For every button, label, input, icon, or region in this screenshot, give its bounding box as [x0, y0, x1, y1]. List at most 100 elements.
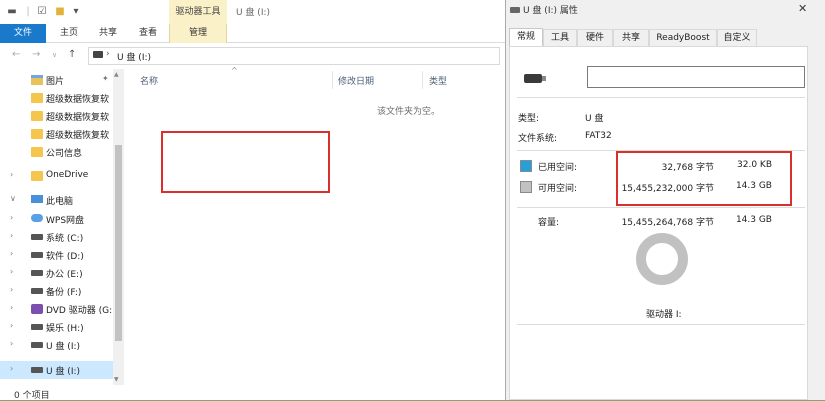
chevron-right-icon[interactable]: ›	[10, 321, 13, 330]
sidebar-item-label: 系统 (C:)	[46, 234, 84, 244]
sidebar-item[interactable]: › U 盘 (I:)	[0, 361, 114, 379]
sidebar-item-label: 超级数据恢复软	[46, 113, 110, 123]
tab-customize[interactable]: 自定义	[717, 29, 757, 47]
tab-home[interactable]: 主页	[50, 24, 88, 43]
qat-dropdown-icon[interactable]: ▾	[70, 5, 82, 18]
tab-tools[interactable]: 工具	[543, 29, 577, 47]
sidebar-item[interactable]: 公司信息	[0, 143, 114, 161]
sidebar-item[interactable]: › DVD 驱动器 (G:	[0, 300, 114, 318]
sidebar-item-label: U 盘 (I:)	[46, 367, 81, 377]
drive-name-input[interactable]	[587, 66, 805, 88]
scroll-down-icon[interactable]: ▼	[114, 376, 119, 383]
cloud-icon	[31, 214, 43, 222]
sidebar-item[interactable]: › 娱乐 (H:)	[0, 318, 114, 336]
chevron-right-icon[interactable]: ›	[10, 249, 13, 258]
drive-icon	[93, 51, 103, 58]
breadcrumb-separator[interactable]: ›	[106, 49, 110, 59]
breadcrumb[interactable]: U 盘 (I:)	[117, 50, 151, 63]
general-tab-panel: 类型: U 盘 文件系统: FAT32 已用空间: 32,768 字节 32.0…	[509, 46, 808, 400]
tab-hardware[interactable]: 硬件	[577, 29, 613, 47]
properties-check-icon[interactable]: ☑	[36, 5, 48, 18]
tab-share[interactable]: 共享	[88, 24, 128, 43]
sidebar-item[interactable]: › 系统 (C:)	[0, 228, 114, 246]
sidebar-item-label: 备份 (F:)	[46, 288, 82, 298]
tab-readyboost[interactable]: ReadyBoost	[649, 29, 717, 47]
up-arrow-icon[interactable]: ↑	[68, 49, 76, 60]
nav-scrollbar-thumb[interactable]	[115, 145, 122, 341]
ribbon-tabs: 文件 主页 共享 查看 管理	[0, 24, 505, 43]
scroll-up-icon[interactable]: ▲	[114, 71, 119, 78]
sidebar-item[interactable]: › 软件 (D:)	[0, 246, 114, 264]
file-list[interactable]: ^ 名称 修改日期 类型 该文件夹为空。	[125, 66, 505, 385]
sidebar-item-label: 图片	[46, 77, 65, 87]
back-arrow-icon[interactable]: ←	[12, 49, 20, 60]
sidebar-item[interactable]: › 办公 (E:)	[0, 264, 114, 282]
column-header-type[interactable]: 类型	[429, 74, 447, 87]
folder-icon	[31, 93, 43, 103]
pictures-icon	[31, 75, 43, 85]
drive-icon[interactable]: ▬	[6, 5, 18, 18]
new-folder-icon[interactable]: ■	[54, 5, 66, 18]
sidebar-item[interactable]: › WPS网盘	[0, 210, 114, 228]
used-space-label: 已用空间:	[538, 163, 578, 173]
sidebar-item[interactable]: › 备份 (F:)	[0, 282, 114, 300]
chevron-right-icon[interactable]: ›	[10, 339, 13, 348]
capacity-bytes: 15,455,264,768 字节	[621, 218, 714, 228]
tab-sharing[interactable]: 共享	[613, 29, 649, 47]
chevron-right-icon[interactable]: ›	[10, 213, 13, 222]
drive-icon	[510, 7, 520, 13]
properties-dialog: U 盘 (I:) 属性 ✕ 常规 工具 硬件 共享 ReadyBoost 自定义…	[505, 0, 825, 400]
forward-arrow-icon[interactable]: →	[32, 49, 40, 60]
folder-icon	[31, 111, 43, 121]
type-value: U 盘	[585, 114, 604, 124]
column-header-name[interactable]: 名称	[140, 74, 158, 87]
pin-icon[interactable]: ✦	[102, 74, 109, 83]
column-divider[interactable]	[422, 71, 423, 89]
tab-manage[interactable]: 管理	[169, 24, 227, 43]
recent-dropdown-icon[interactable]: ∨	[52, 51, 57, 59]
chevron-right-icon[interactable]: ›	[10, 170, 13, 179]
drive-letter-label: 驱动器 I:	[646, 310, 682, 320]
divider	[517, 207, 805, 208]
sidebar-item[interactable]: › OneDrive	[0, 167, 114, 185]
column-divider[interactable]	[332, 71, 333, 89]
address-input[interactable]: › U 盘 (I:)	[88, 47, 500, 65]
free-space-swatch	[520, 181, 532, 193]
sidebar-item-label: 此电脑	[46, 197, 74, 207]
address-bar-row: ← → ∨ ↑ › U 盘 (I:)	[0, 43, 505, 69]
drive-icon	[31, 324, 43, 330]
navigation-pane: 图片 ✦ 超级数据恢复软 超级数据恢复软 超级数据恢复软 公司信息 › OneDrive ∨ 此电…	[0, 69, 124, 385]
sidebar-item[interactable]: 超级数据恢复软	[0, 107, 114, 125]
sidebar-item[interactable]: ∨ 此电脑	[0, 191, 114, 209]
item-count: 0 个项目	[14, 391, 50, 401]
highlight-box	[616, 151, 792, 206]
sidebar-item[interactable]: 超级数据恢复软	[0, 125, 114, 143]
tab-view[interactable]: 查看	[128, 24, 168, 43]
chevron-right-icon[interactable]: ›	[10, 285, 13, 294]
sidebar-item-label: U 盘 (I:)	[46, 342, 81, 352]
chevron-right-icon[interactable]: ›	[10, 303, 13, 312]
column-header-date[interactable]: 修改日期	[338, 74, 374, 87]
tab-general[interactable]: 常规	[509, 28, 543, 47]
chevron-down-icon[interactable]: ∨	[10, 194, 16, 203]
tab-file[interactable]: 文件	[0, 24, 46, 43]
capacity-size: 14.3 GB	[735, 215, 772, 225]
used-space-arc	[636, 233, 688, 285]
sidebar-item[interactable]: 超级数据恢复软	[0, 89, 114, 107]
chevron-right-icon[interactable]: ›	[10, 364, 13, 373]
sidebar-item-label: 公司信息	[46, 149, 83, 159]
drive-icon	[31, 342, 43, 348]
type-label: 类型:	[518, 114, 540, 124]
chevron-right-icon[interactable]: ›	[10, 231, 13, 240]
dvd-icon	[31, 304, 43, 314]
separator: |	[26, 6, 30, 17]
sort-ascending-icon: ^	[231, 66, 238, 75]
free-space-label: 可用空间:	[538, 184, 578, 194]
sidebar-item[interactable]: › U 盘 (I:)	[0, 336, 114, 354]
sidebar-item[interactable]: 图片 ✦	[0, 71, 114, 89]
chevron-right-icon[interactable]: ›	[10, 267, 13, 276]
sidebar-item-label: OneDrive	[46, 170, 89, 180]
close-icon[interactable]: ✕	[798, 2, 807, 15]
folder-icon	[31, 129, 43, 139]
drive-icon	[31, 234, 43, 240]
